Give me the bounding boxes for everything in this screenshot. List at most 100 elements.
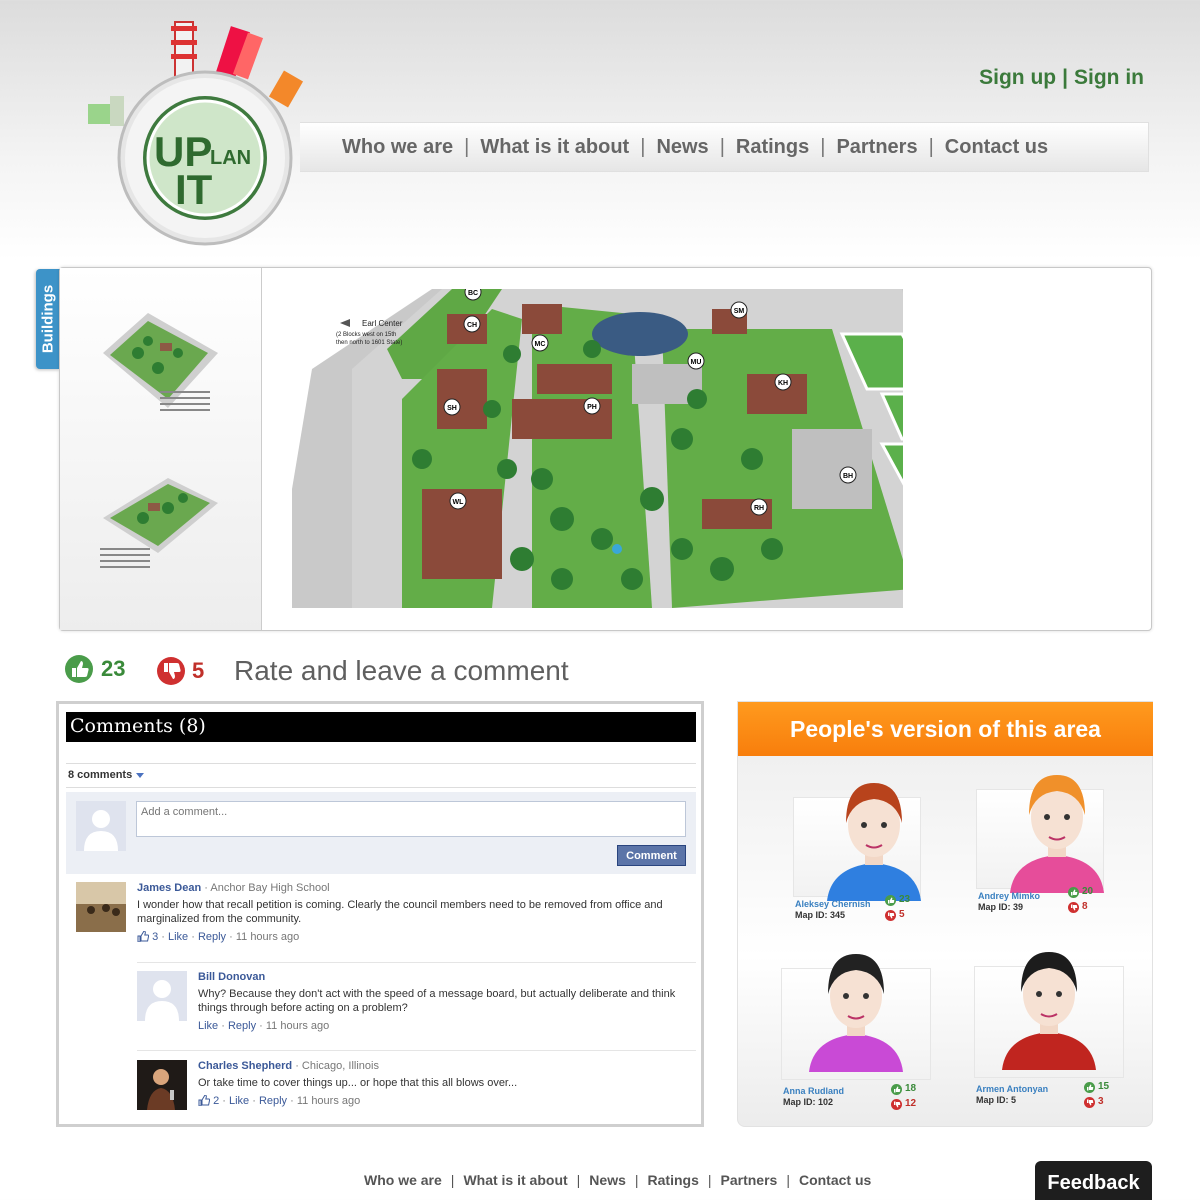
footer-ratings[interactable]: Ratings: [648, 1172, 699, 1188]
footer-partners[interactable]: Partners: [721, 1172, 778, 1188]
person-name[interactable]: Anna Rudland: [783, 1086, 844, 1096]
footer-separator: |: [707, 1172, 712, 1188]
person-name[interactable]: Andrey Mimko: [978, 891, 1040, 901]
comment-body: James Dean · Anchor Bay High School I wo…: [137, 882, 677, 943]
nav-what-is-it-about[interactable]: What is it about: [480, 136, 629, 159]
footer-what-is-it-about[interactable]: What is it about: [463, 1172, 567, 1188]
person-map-id: Map ID: 345: [795, 910, 846, 920]
thumbs-up-icon: [885, 895, 896, 906]
avatar: [1002, 952, 1096, 1070]
map-thumbnail-1[interactable]: [88, 313, 238, 433]
nav-who-we-are[interactable]: Who we are: [342, 136, 453, 159]
person-card[interactable]: Aleksey Chernish Map ID: 345 23 5: [793, 783, 973, 957]
person-name[interactable]: Aleksey Chernish: [795, 899, 871, 909]
like-count: 23: [101, 656, 126, 681]
person-card[interactable]: Anna Rudland Map ID: 102 18 12: [781, 954, 961, 1128]
nav-contact-us[interactable]: Contact us: [945, 136, 1048, 159]
thumbs-up-icon: [891, 1084, 902, 1095]
comment-author[interactable]: Bill Donovan: [198, 971, 265, 983]
comments-panel: Comments (8) 8 comments Comment James De…: [56, 701, 704, 1127]
divider: [137, 1050, 696, 1051]
like-thumb-icon: [137, 931, 149, 942]
site-logo[interactable]: UP LAN IT: [80, 8, 330, 248]
person-card[interactable]: Armen Antonyan Map ID: 5 15 3: [974, 952, 1154, 1126]
comment-like-count[interactable]: 2: [213, 1095, 219, 1107]
main-nav: Who we are | What is it about | News | R…: [300, 122, 1149, 172]
comment-like-link[interactable]: Like: [198, 1020, 218, 1032]
comment-reply-link[interactable]: Reply: [198, 931, 226, 943]
svg-text:SH: SH: [447, 405, 457, 412]
campus-map[interactable]: Earl Center (2 Blocks west on 15th then …: [292, 283, 994, 608]
sign-up-link[interactable]: Sign up: [979, 66, 1056, 89]
feedback-button[interactable]: Feedback: [1035, 1161, 1152, 1200]
thumbs-up-icon: [1084, 1082, 1095, 1093]
map-thumbnail-2[interactable]: [88, 468, 238, 588]
nav-ratings[interactable]: Ratings: [736, 136, 809, 159]
svg-text:KH: KH: [778, 380, 788, 387]
comment-body: Charles Shepherd · Chicago, Illinois Or …: [198, 1060, 678, 1107]
comment-body: Bill Donovan Why? Because they don't act…: [198, 971, 678, 1032]
nav-news[interactable]: News: [656, 136, 708, 159]
person-dislike-count: 3: [1098, 1096, 1104, 1107]
svg-text:then north to 1601 State): then north to 1601 State): [336, 340, 402, 346]
person-name[interactable]: Armen Antonyan: [976, 1084, 1048, 1094]
person-card[interactable]: Andrey Mimko Map ID: 39 20 8: [976, 775, 1156, 949]
marker-kh: KH: [774, 373, 792, 391]
footer-who-we-are[interactable]: Who we are: [364, 1172, 442, 1188]
nav-partners[interactable]: Partners: [836, 136, 917, 159]
svg-text:Earl Center: Earl Center: [362, 319, 403, 328]
map-panel: Earl Center (2 Blocks west on 15th then …: [59, 267, 1152, 631]
comment-author[interactable]: James Dean: [137, 882, 201, 894]
avatar: [1010, 775, 1104, 893]
comment-text: I wonder how that recall petition is com…: [137, 899, 663, 925]
person-dislike-count: 12: [905, 1098, 917, 1109]
like-button[interactable]: [64, 654, 94, 689]
rate-and-comment-link[interactable]: Rate and leave a comment: [234, 655, 569, 687]
comment-text: Or take time to cover things up... or ho…: [198, 1077, 518, 1089]
fountain-icon: [612, 544, 622, 554]
comments-count-label: 8 comments: [68, 769, 133, 781]
comment-actions: 3 · Like · Reply · 11 hours ago: [137, 931, 677, 943]
footer-separator: |: [576, 1172, 581, 1188]
thumbs-down-icon: [157, 657, 185, 685]
dislike-button[interactable]: [156, 656, 186, 691]
marker-sm: SM: [730, 301, 748, 319]
comment-time: 11 hours ago: [235, 931, 300, 943]
comments-count-dropdown[interactable]: 8 comments: [66, 763, 696, 788]
person-map-id: Map ID: 39: [978, 902, 1024, 912]
marker-wl: WL: [449, 492, 467, 510]
svg-text:BH: BH: [843, 473, 853, 480]
comment-like-link[interactable]: Like: [168, 931, 188, 943]
nav-separator: |: [820, 135, 826, 158]
comment-author[interactable]: Charles Shepherd: [198, 1060, 292, 1072]
comment-submit-button[interactable]: Comment: [617, 845, 686, 866]
svg-text:WL: WL: [453, 499, 465, 506]
person-like-count: 23: [899, 894, 911, 905]
sign-in-link[interactable]: Sign in: [1074, 66, 1144, 89]
footer-contact-us[interactable]: Contact us: [799, 1172, 871, 1188]
people-panel-title: People's version of this area: [738, 702, 1153, 756]
svg-text:MC: MC: [535, 341, 546, 348]
comment-text: Why? Because they don't act with the spe…: [198, 988, 676, 1014]
comment-reply-link[interactable]: Reply: [228, 1020, 256, 1032]
nav-separator: |: [640, 135, 646, 158]
svg-text:SM: SM: [734, 308, 745, 315]
default-avatar-icon[interactable]: [137, 971, 187, 1021]
user-avatar[interactable]: [76, 882, 126, 932]
footer-news[interactable]: News: [589, 1172, 626, 1188]
user-avatar[interactable]: [137, 1060, 187, 1110]
buildings-tab-label: Buildings: [39, 284, 57, 354]
marker-mu: MU: [687, 352, 705, 370]
comments-header: Comments (8): [66, 712, 696, 742]
comment-like-link[interactable]: Like: [229, 1095, 249, 1107]
svg-text:(2 Blocks west on 15th: (2 Blocks west on 15th: [336, 332, 396, 338]
comment-like-count[interactable]: 3: [152, 931, 158, 943]
comment-meta: · Anchor Bay High School: [204, 882, 330, 894]
nav-separator: |: [928, 135, 934, 158]
buildings-tab[interactable]: Buildings: [36, 269, 60, 369]
comment-reply-link[interactable]: Reply: [259, 1095, 287, 1107]
marker-ph: PH: [583, 397, 601, 415]
comment-input[interactable]: [136, 801, 686, 837]
default-avatar-icon: [76, 801, 126, 851]
comment-time: 11 hours ago: [296, 1095, 361, 1107]
